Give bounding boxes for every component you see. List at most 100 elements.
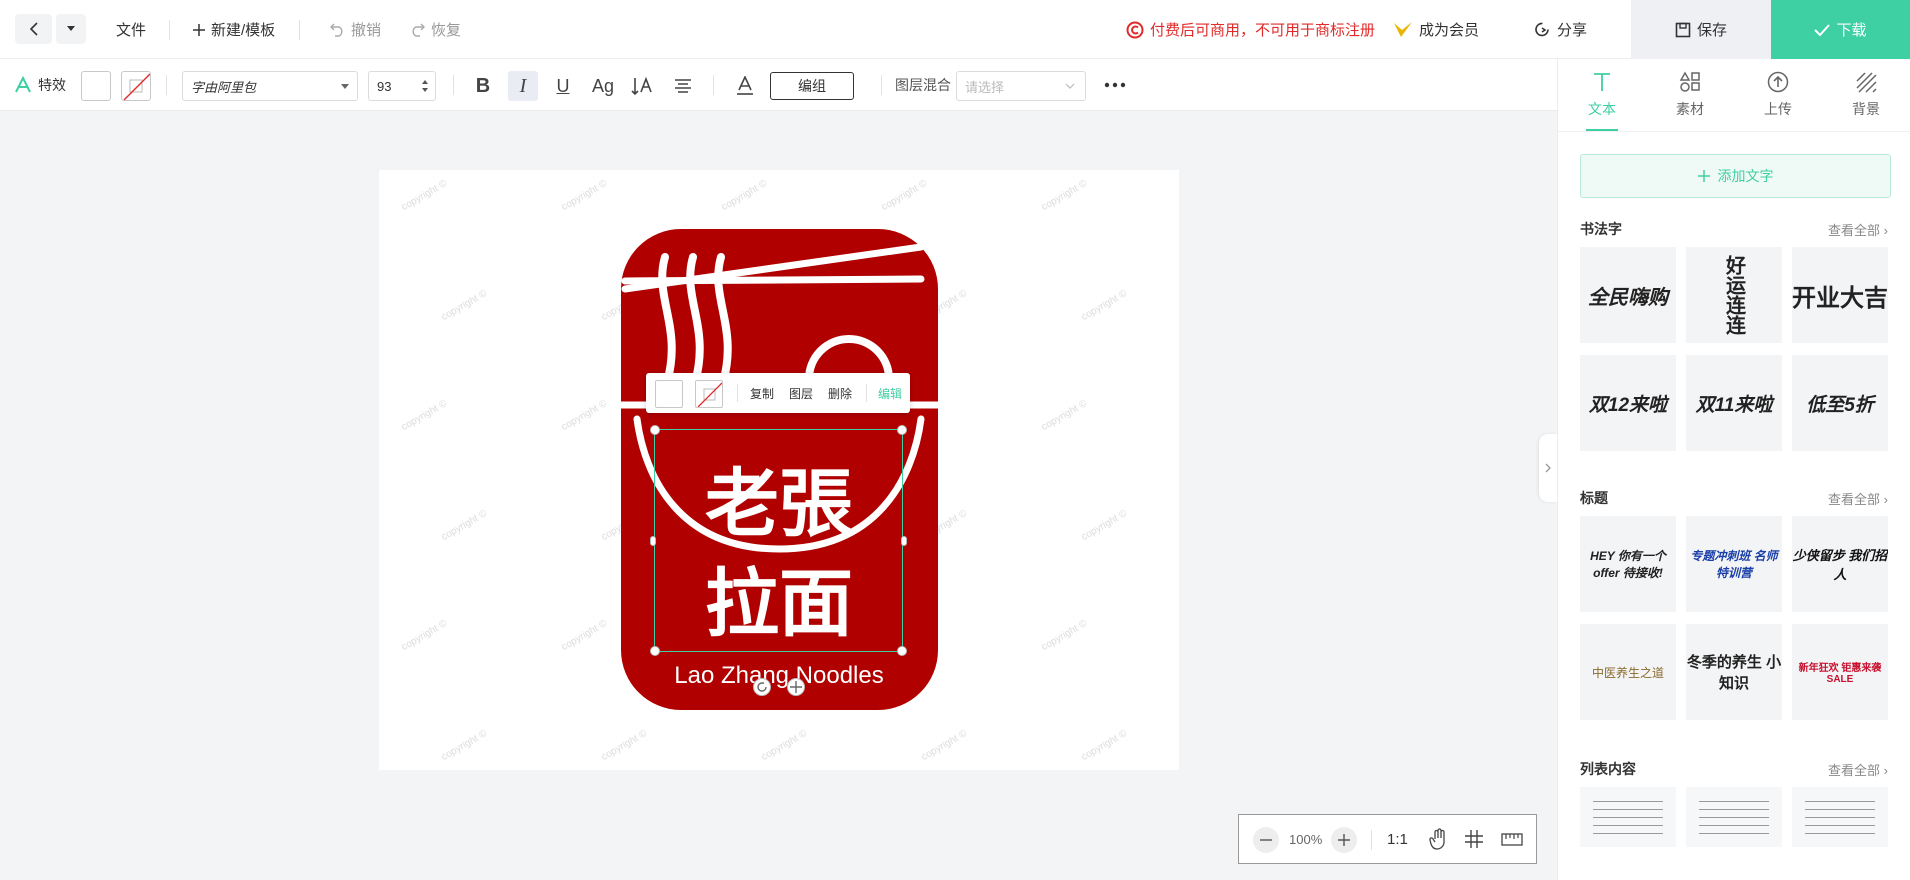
thumbnail-text: 新年狂欢 钜惠来袭 SALE — [1798, 663, 1882, 685]
tab-background[interactable]: 背景 — [1822, 59, 1910, 131]
thumbnail-text: 全民嗨购 — [1588, 286, 1668, 309]
template-thumbnail[interactable] — [1792, 787, 1888, 847]
list-preview-lines — [1593, 797, 1663, 837]
resize-handle-top-right[interactable] — [897, 425, 907, 435]
undo-button[interactable]: 撤销 — [330, 0, 381, 59]
template-thumbnail[interactable]: 双12来啦 — [1580, 355, 1676, 451]
redo-button[interactable]: 恢复 — [410, 0, 461, 59]
template-thumbnail[interactable]: 专题冲刺班 名师特训营 — [1686, 516, 1782, 612]
template-thumbnail[interactable]: 冬季的养生 小知识 — [1686, 624, 1782, 720]
template-thumbnail[interactable]: 开业大吉 — [1792, 247, 1888, 343]
canvas-watermark: copyright © — [1079, 728, 1130, 763]
membership-button[interactable]: 成为会员 — [1393, 0, 1479, 59]
license-notice-text: 付费后可商用，不可用于商标注册 — [1150, 22, 1376, 39]
element-stroke-swatch[interactable] — [695, 380, 723, 408]
resize-handle-bottom-right[interactable] — [897, 646, 907, 656]
more-button[interactable] — [1104, 59, 1126, 111]
effects-button[interactable]: 特效 — [14, 59, 66, 111]
thumbnail-text: 开业大吉 — [1792, 284, 1888, 312]
resize-handle-bottom-left[interactable] — [650, 646, 660, 656]
no-color-icon — [697, 382, 722, 407]
list-preview-lines — [1805, 797, 1875, 837]
actual-size-button[interactable]: 1:1 — [1387, 831, 1408, 848]
template-thumbnail[interactable]: 双11来啦 — [1686, 355, 1782, 451]
resize-handle-top-left[interactable] — [650, 425, 660, 435]
template-thumbnail[interactable]: 中医养生之道 — [1580, 624, 1676, 720]
minus-icon — [1260, 839, 1272, 841]
template-thumbnail[interactable] — [1580, 787, 1676, 847]
resize-handle-right[interactable] — [901, 536, 907, 546]
elements-icon — [1679, 71, 1700, 92]
tab-text[interactable]: 文本 — [1558, 59, 1646, 131]
italic-button[interactable]: I — [508, 71, 538, 101]
font-size-stepper[interactable]: 93 — [368, 71, 436, 101]
add-text-button[interactable]: 添加文字 — [1580, 154, 1891, 198]
group-button[interactable]: 编组 — [770, 72, 854, 100]
canvas-watermark: copyright © — [719, 178, 770, 213]
template-thumbnail[interactable]: 新年狂欢 钜惠来袭 SALE — [1792, 624, 1888, 720]
canvas-watermark: copyright © — [1039, 398, 1090, 433]
view-all-link[interactable]: 查看全部 › — [1828, 760, 1888, 779]
underline-button[interactable]: U — [548, 71, 578, 101]
template-thumbnail[interactable]: 好运连连 — [1686, 247, 1782, 343]
rotate-handle[interactable] — [753, 678, 771, 696]
history-dropdown-button[interactable] — [56, 14, 86, 44]
new-template-button[interactable]: 新建/模板 — [193, 0, 275, 59]
back-button[interactable] — [15, 14, 52, 44]
logo-subtitle: Lao Zhang Noodles — [674, 662, 883, 689]
panel-collapse-toggle[interactable] — [1539, 434, 1557, 502]
text-case-button[interactable]: Ag — [588, 71, 618, 101]
font-family-select[interactable]: 字由阿里包 — [182, 71, 358, 101]
layer-button[interactable]: 图层 — [789, 373, 813, 413]
tab-elements[interactable]: 素材 — [1646, 59, 1734, 131]
view-all-link[interactable]: 查看全部 › — [1828, 489, 1888, 508]
bold-button[interactable]: B — [468, 71, 498, 101]
template-thumbnail[interactable]: 少侠留步 我们招人 — [1792, 516, 1888, 612]
ruler-toggle-button[interactable] — [1501, 831, 1523, 850]
tab-upload[interactable]: 上传 — [1734, 59, 1822, 131]
template-thumbnail[interactable]: 全民嗨购 — [1580, 247, 1676, 343]
download-button[interactable]: 下载 — [1771, 0, 1910, 59]
file-menu[interactable]: 文件 — [116, 0, 146, 59]
resize-handle-left[interactable] — [650, 536, 656, 546]
delete-button[interactable]: 删除 — [828, 373, 852, 413]
layer-label: 图层 — [789, 386, 814, 401]
divider — [169, 20, 170, 40]
section-title: 列表内容 — [1580, 761, 1636, 777]
blend-mode-select[interactable]: 请选择 — [956, 71, 1086, 101]
spacing-icon — [631, 76, 652, 96]
canvas-watermark: copyright © — [1079, 508, 1130, 543]
plus-icon — [193, 23, 205, 36]
selection-box[interactable] — [650, 425, 907, 656]
save-button[interactable]: 保存 — [1631, 0, 1771, 59]
edit-button[interactable]: 编辑 — [878, 373, 902, 413]
stroke-color-swatch[interactable] — [121, 71, 151, 101]
zoom-in-button[interactable] — [1331, 827, 1357, 853]
align-center-button[interactable] — [668, 71, 698, 101]
view-all-label: 查看全部 — [1828, 492, 1881, 507]
fill-color-swatch[interactable] — [81, 71, 111, 101]
hand-tool-button[interactable] — [1429, 828, 1449, 853]
share-button[interactable]: 分享 — [1534, 0, 1587, 59]
canvas-watermark: copyright © — [399, 618, 450, 653]
thumbnail-text: 低至5折 — [1806, 394, 1874, 416]
element-fill-swatch[interactable] — [655, 380, 683, 408]
template-thumbnail[interactable] — [1686, 787, 1782, 847]
redo-icon — [410, 23, 425, 37]
blend-mode-placeholder: 请选择 — [965, 79, 1005, 95]
copy-button[interactable]: 复制 — [750, 373, 774, 413]
divider — [166, 75, 167, 95]
template-thumbnail[interactable]: HEY 你有一个offer 待接收! — [1580, 516, 1676, 612]
more-dots-icon — [1104, 82, 1126, 88]
text-color-button[interactable] — [730, 71, 760, 101]
view-all-link[interactable]: 查看全部 › — [1828, 220, 1888, 239]
letter-spacing-button[interactable] — [628, 71, 658, 101]
add-text-label: 添加文字 — [1717, 168, 1774, 184]
text-color-icon — [737, 76, 753, 95]
grid-toggle-button[interactable] — [1465, 830, 1483, 851]
section-title: 标题 — [1580, 490, 1608, 506]
license-notice[interactable]: 付费后可商用，不可用于商标注册 — [1126, 0, 1375, 59]
template-thumbnail[interactable]: 低至5折 — [1792, 355, 1888, 451]
move-handle[interactable] — [787, 678, 805, 696]
zoom-out-button[interactable] — [1253, 827, 1279, 853]
